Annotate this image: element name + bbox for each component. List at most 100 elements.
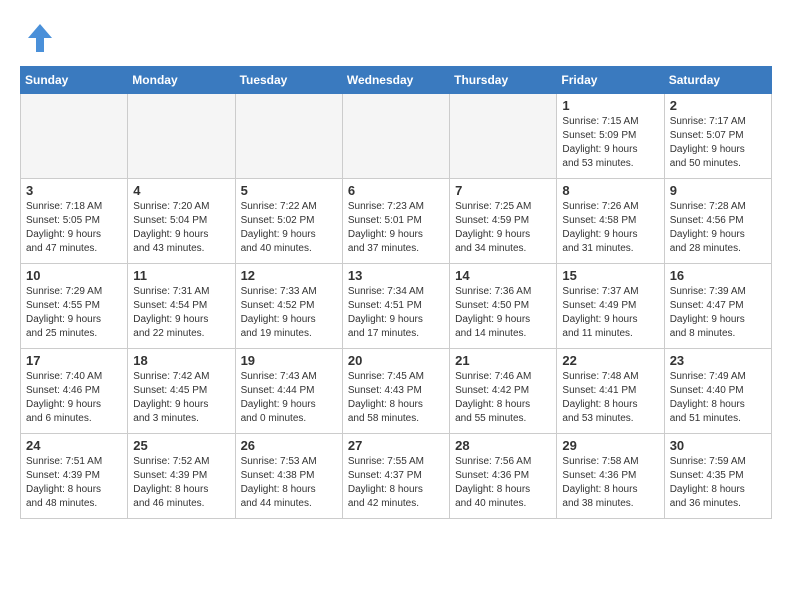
day-number: 21 [455,353,551,368]
day-number: 29 [562,438,658,453]
day-info: Sunrise: 7:34 AM Sunset: 4:51 PM Dayligh… [348,285,444,341]
calendar-cell: 17 Sunrise: 7:40 AM Sunset: 4:46 PM Dayli… [21,349,128,434]
calendar-cell: 3Sunrise: 7:18 AM Sunset: 5:05 PM Daylig… [21,179,128,264]
calendar-cell: 16Sunrise: 7:39 AM Sunset: 4:47 PM Dayli… [664,264,771,349]
day-info: Sunrise: 7:46 AM Sunset: 4:42 PM Dayligh… [455,370,551,426]
day-number: 5 [241,183,337,198]
day-info: Sunrise: 7:56 AM Sunset: 4:36 PM Dayligh… [455,455,551,511]
day-number: 28 [455,438,551,453]
day-number: 13 [348,268,444,283]
calendar-table: SundayMondayTuesdayWednesdayThursdayFrid… [20,66,772,519]
day-info: Sunrise: 7:59 AM Sunset: 4:35 PM Dayligh… [670,455,766,511]
day-number: 9 [670,183,766,198]
day-number: 1 [562,98,658,113]
day-number: 4 [133,183,229,198]
day-info: Sunrise: 7:43 AM Sunset: 4:44 PM Dayligh… [241,370,337,426]
day-number: 12 [241,268,337,283]
day-number: 27 [348,438,444,453]
calendar-cell: 20 Sunrise: 7:45 AM Sunset: 4:43 PM Dayli… [342,349,449,434]
day-header-thursday: Thursday [450,67,557,94]
day-info: Sunrise: 7:55 AM Sunset: 4:37 PM Dayligh… [348,455,444,511]
day-info: Sunrise: 7:49 AM Sunset: 4:40 PM Dayligh… [670,370,766,426]
day-info: Sunrise: 7:26 AM Sunset: 4:58 PM Dayligh… [562,200,658,256]
day-number: 7 [455,183,551,198]
calendar-cell [342,94,449,179]
calendar-cell: 6Sunrise: 7:23 AM Sunset: 5:01 PM Daylig… [342,179,449,264]
page-header [20,20,772,56]
day-number: 23 [670,353,766,368]
day-number: 10 [26,268,122,283]
day-header-friday: Friday [557,67,664,94]
calendar-cell: 13 Sunrise: 7:34 AM Sunset: 4:51 PM Dayli… [342,264,449,349]
calendar-cell: 21 Sunrise: 7:46 AM Sunset: 4:42 PM Dayli… [450,349,557,434]
calendar-body: 1Sunrise: 7:15 AM Sunset: 5:09 PM Daylig… [21,94,772,519]
calendar-cell: 1Sunrise: 7:15 AM Sunset: 5:09 PM Daylig… [557,94,664,179]
calendar-cell: 19 Sunrise: 7:43 AM Sunset: 4:44 PM Dayli… [235,349,342,434]
day-info: Sunrise: 7:40 AM Sunset: 4:46 PM Dayligh… [26,370,122,426]
day-info: Sunrise: 7:36 AM Sunset: 4:50 PM Dayligh… [455,285,551,341]
day-info: Sunrise: 7:39 AM Sunset: 4:47 PM Dayligh… [670,285,766,341]
day-info: Sunrise: 7:42 AM Sunset: 4:45 PM Dayligh… [133,370,229,426]
calendar-cell: 22 Sunrise: 7:48 AM Sunset: 4:41 PM Dayli… [557,349,664,434]
day-info: Sunrise: 7:22 AM Sunset: 5:02 PM Dayligh… [241,200,337,256]
calendar-cell: 18 Sunrise: 7:42 AM Sunset: 4:45 PM Dayli… [128,349,235,434]
day-header-saturday: Saturday [664,67,771,94]
day-header-sunday: Sunday [21,67,128,94]
calendar-week-3: 10 Sunrise: 7:29 AM Sunset: 4:55 PM Dayli… [21,264,772,349]
day-info: Sunrise: 7:53 AM Sunset: 4:38 PM Dayligh… [241,455,337,511]
calendar-cell: 29 Sunrise: 7:58 AM Sunset: 4:36 PM Dayli… [557,434,664,519]
day-number: 22 [562,353,658,368]
calendar-cell: 30 Sunrise: 7:59 AM Sunset: 4:35 PM Dayli… [664,434,771,519]
calendar-week-5: 24 Sunrise: 7:51 AM Sunset: 4:39 PM Dayli… [21,434,772,519]
day-header-wednesday: Wednesday [342,67,449,94]
calendar-week-2: 3Sunrise: 7:18 AM Sunset: 5:05 PM Daylig… [21,179,772,264]
calendar-week-1: 1Sunrise: 7:15 AM Sunset: 5:09 PM Daylig… [21,94,772,179]
calendar-cell: 8 Sunrise: 7:26 AM Sunset: 4:58 PM Daylig… [557,179,664,264]
calendar-cell: 28 Sunrise: 7:56 AM Sunset: 4:36 PM Dayli… [450,434,557,519]
day-info: Sunrise: 7:20 AM Sunset: 5:04 PM Dayligh… [133,200,229,256]
calendar-cell: 23 Sunrise: 7:49 AM Sunset: 4:40 PM Dayli… [664,349,771,434]
calendar-cell: 14 Sunrise: 7:36 AM Sunset: 4:50 PM Dayli… [450,264,557,349]
calendar-cell [450,94,557,179]
logo [20,20,60,56]
logo-icon [20,20,56,56]
calendar-cell [128,94,235,179]
day-number: 24 [26,438,122,453]
calendar-cell: 15 Sunrise: 7:37 AM Sunset: 4:49 PM Dayli… [557,264,664,349]
day-number: 6 [348,183,444,198]
day-header-monday: Monday [128,67,235,94]
calendar-cell: 27 Sunrise: 7:55 AM Sunset: 4:37 PM Dayli… [342,434,449,519]
day-number: 15 [562,268,658,283]
day-info: Sunrise: 7:28 AM Sunset: 4:56 PM Dayligh… [670,200,766,256]
calendar-cell: 10 Sunrise: 7:29 AM Sunset: 4:55 PM Dayli… [21,264,128,349]
day-number: 26 [241,438,337,453]
day-number: 8 [562,183,658,198]
calendar-cell [235,94,342,179]
calendar-cell: 5 Sunrise: 7:22 AM Sunset: 5:02 PM Daylig… [235,179,342,264]
calendar-cell: 7Sunrise: 7:25 AM Sunset: 4:59 PM Daylig… [450,179,557,264]
day-number: 19 [241,353,337,368]
calendar-cell: 12 Sunrise: 7:33 AM Sunset: 4:52 PM Dayli… [235,264,342,349]
calendar-cell [21,94,128,179]
day-info: Sunrise: 7:18 AM Sunset: 5:05 PM Dayligh… [26,200,122,256]
day-info: Sunrise: 7:51 AM Sunset: 4:39 PM Dayligh… [26,455,122,511]
day-info: Sunrise: 7:17 AM Sunset: 5:07 PM Dayligh… [670,115,766,171]
day-number: 14 [455,268,551,283]
calendar-cell: 2 Sunrise: 7:17 AM Sunset: 5:07 PM Daylig… [664,94,771,179]
day-info: Sunrise: 7:48 AM Sunset: 4:41 PM Dayligh… [562,370,658,426]
calendar-cell: 25Sunrise: 7:52 AM Sunset: 4:39 PM Dayli… [128,434,235,519]
day-number: 18 [133,353,229,368]
calendar-cell: 4 Sunrise: 7:20 AM Sunset: 5:04 PM Daylig… [128,179,235,264]
day-info: Sunrise: 7:58 AM Sunset: 4:36 PM Dayligh… [562,455,658,511]
day-info: Sunrise: 7:37 AM Sunset: 4:49 PM Dayligh… [562,285,658,341]
day-number: 20 [348,353,444,368]
day-number: 2 [670,98,766,113]
day-number: 17 [26,353,122,368]
day-info: Sunrise: 7:29 AM Sunset: 4:55 PM Dayligh… [26,285,122,341]
calendar-cell: 9 Sunrise: 7:28 AM Sunset: 4:56 PM Daylig… [664,179,771,264]
day-number: 11 [133,268,229,283]
day-number: 30 [670,438,766,453]
day-info: Sunrise: 7:45 AM Sunset: 4:43 PM Dayligh… [348,370,444,426]
calendar-cell: 11Sunrise: 7:31 AM Sunset: 4:54 PM Dayli… [128,264,235,349]
day-info: Sunrise: 7:33 AM Sunset: 4:52 PM Dayligh… [241,285,337,341]
